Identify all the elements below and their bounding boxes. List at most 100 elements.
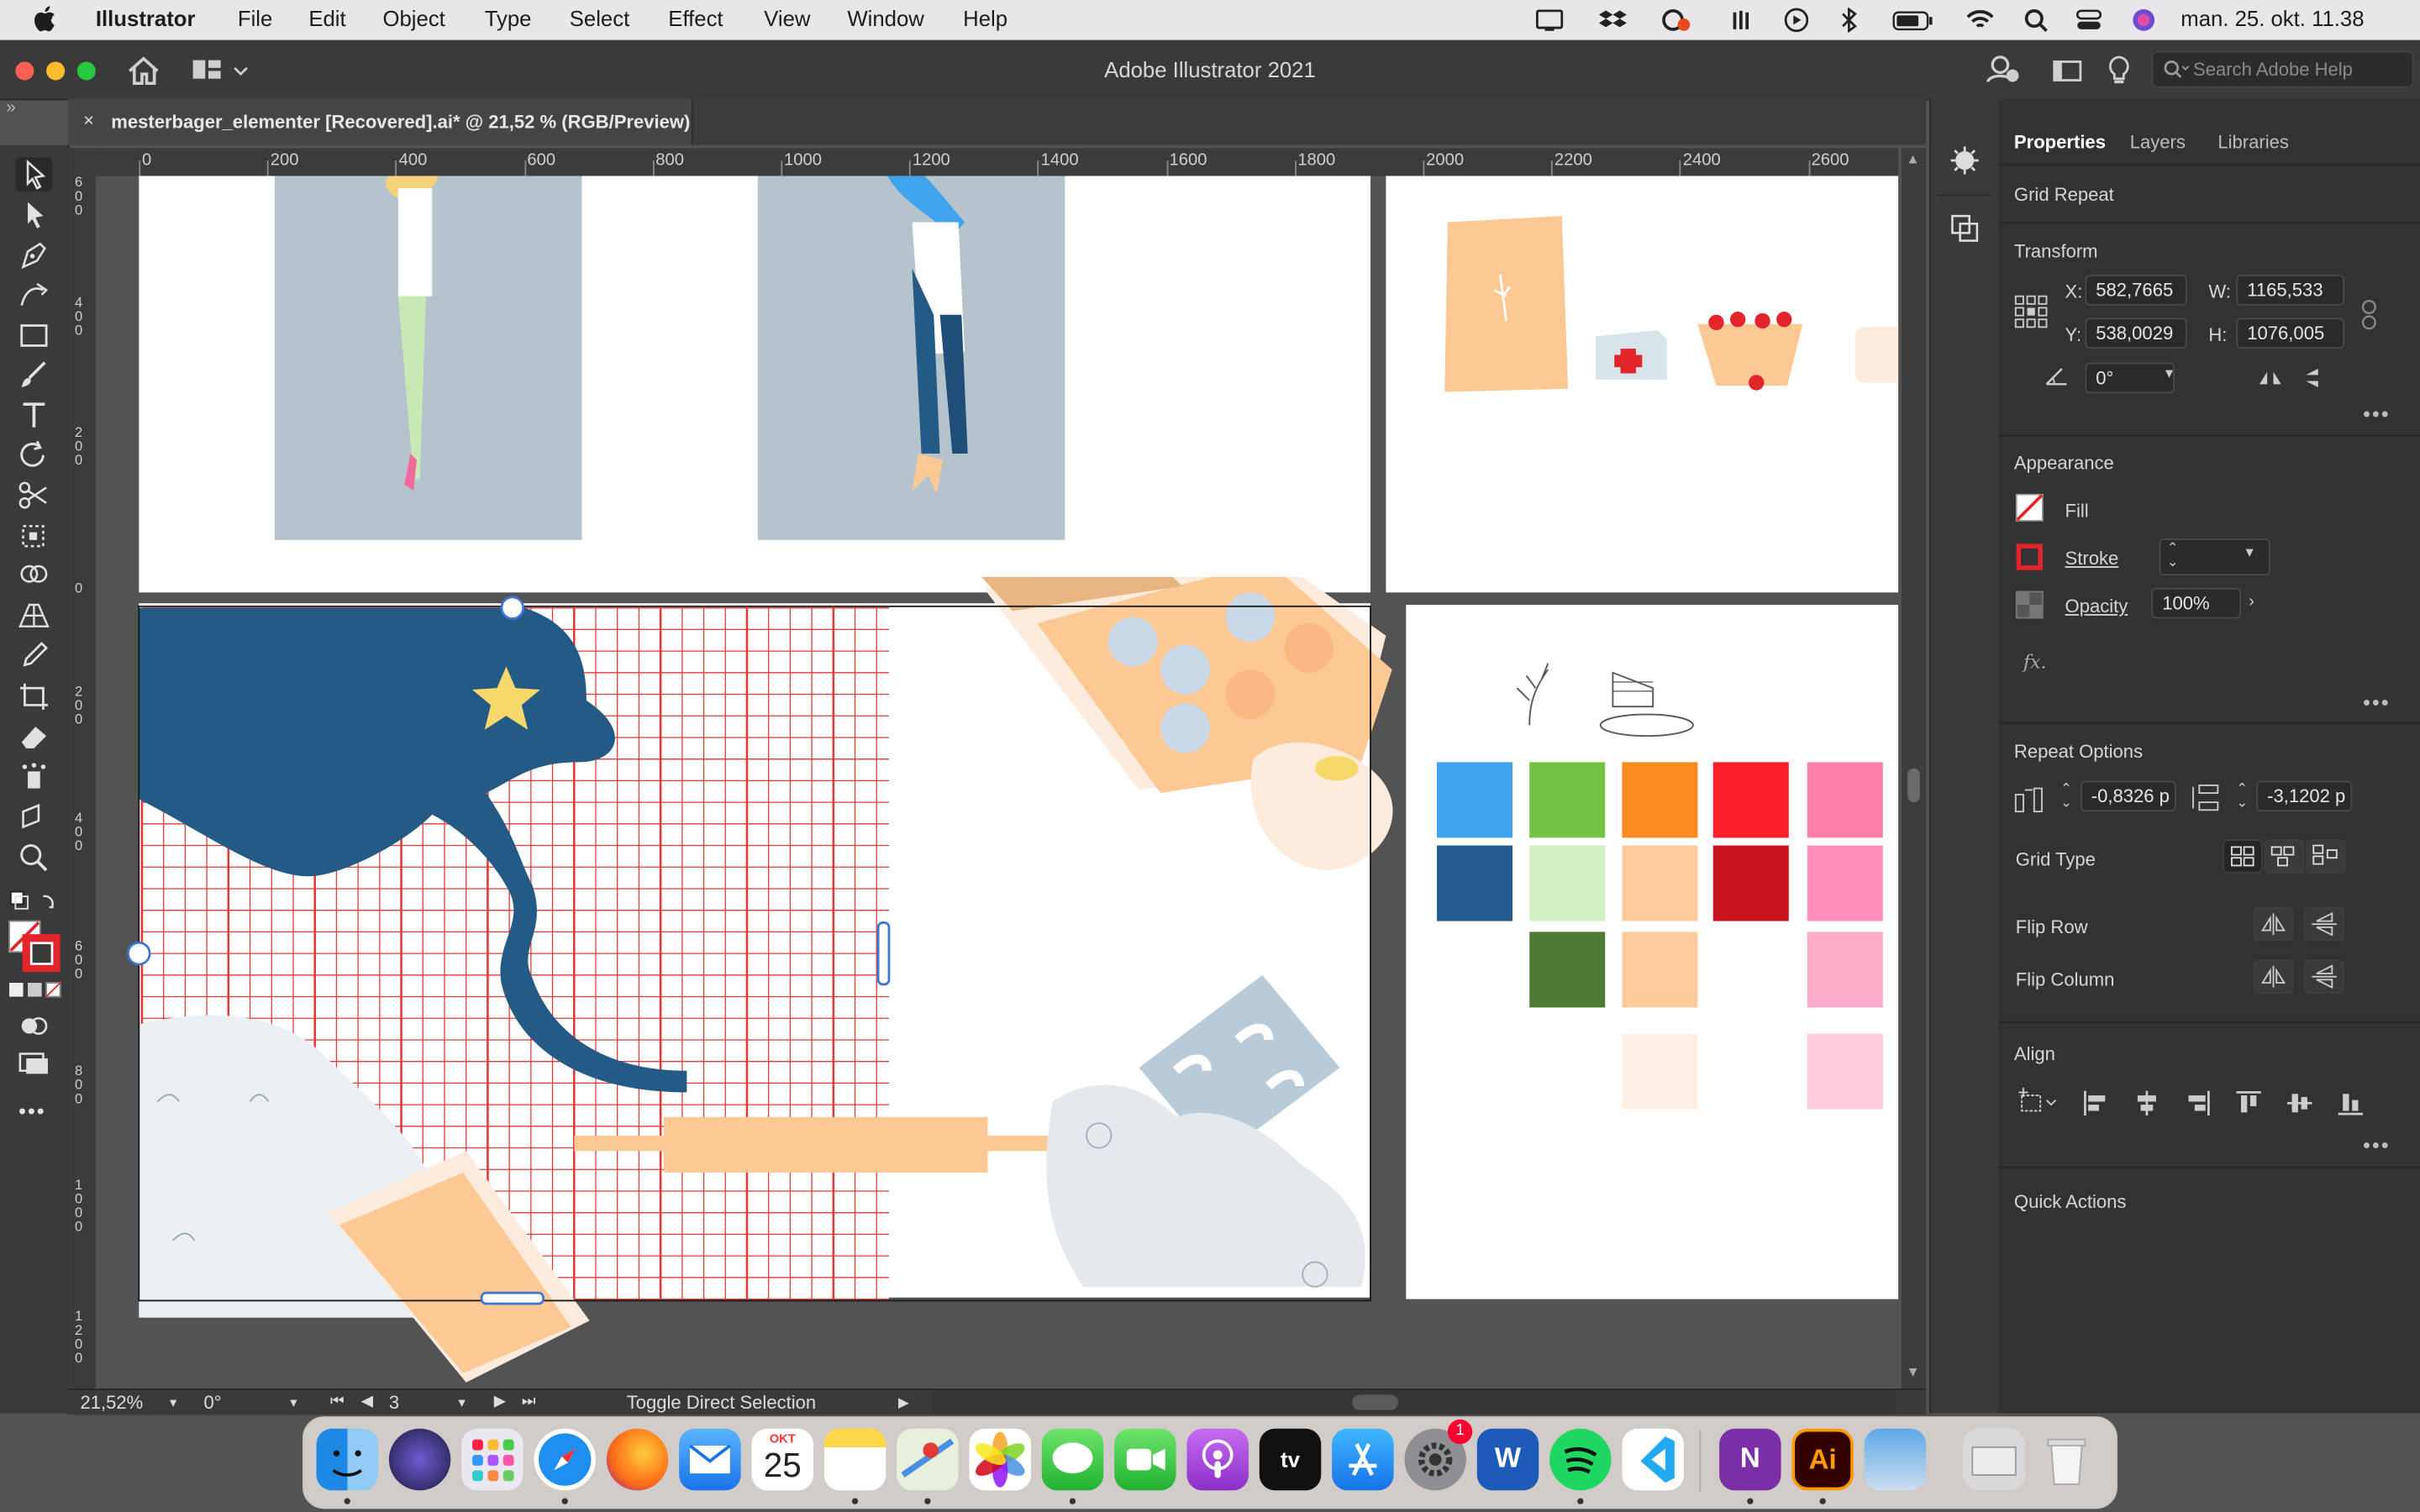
mail-icon[interactable] bbox=[679, 1428, 741, 1491]
menu-effect[interactable]: Effect bbox=[668, 6, 723, 30]
artboard-characters[interactable] bbox=[139, 176, 1371, 593]
vertical-ruler[interactable]: 600 400 200 0 200 400 600 800 1000 1200 bbox=[67, 175, 97, 1392]
edit-toolbar-more-icon[interactable]: ••• bbox=[18, 1099, 46, 1123]
tab-layers[interactable]: Layers bbox=[2130, 131, 2186, 153]
opacity-swatch-icon[interactable] bbox=[2015, 591, 2044, 626]
opacity-input[interactable]: 100% bbox=[2151, 587, 2241, 619]
scroll-down-icon[interactable]: ▼ bbox=[1906, 1364, 1919, 1379]
align-bottom-icon[interactable] bbox=[2337, 1089, 2365, 1125]
control-center-icon[interactable] bbox=[2075, 8, 2103, 32]
dropbox-icon[interactable] bbox=[1598, 8, 1627, 32]
flip-column-horizontal-button[interactable] bbox=[2253, 959, 2294, 994]
safari-icon[interactable] bbox=[534, 1428, 596, 1491]
paintbrush-tool-icon[interactable] bbox=[15, 358, 52, 391]
spotlight-search-icon[interactable] bbox=[2023, 8, 2051, 33]
opacity-expand-icon[interactable]: › bbox=[2249, 592, 2254, 611]
play-icon[interactable] bbox=[1784, 8, 1812, 33]
zoom-level[interactable]: 21,52% bbox=[81, 1392, 144, 1414]
align-horizontal-center-icon[interactable] bbox=[2133, 1089, 2160, 1125]
bluetooth-icon[interactable] bbox=[1839, 7, 1867, 34]
shape-builder-tool-icon[interactable] bbox=[15, 559, 52, 592]
status-menu-icon[interactable]: ▶ bbox=[898, 1394, 909, 1411]
calendar-icon[interactable]: OKT 25 bbox=[751, 1428, 813, 1491]
rotation-dropdown-icon[interactable]: ▾ bbox=[2165, 365, 2173, 382]
align-left-icon[interactable] bbox=[2082, 1089, 2110, 1125]
spotify-icon[interactable] bbox=[1549, 1428, 1612, 1491]
creative-cloud-icon[interactable] bbox=[1659, 8, 1691, 32]
messages-icon[interactable] bbox=[1041, 1428, 1104, 1491]
fill-label[interactable]: Fill bbox=[2065, 500, 2089, 522]
menu-window[interactable]: Window bbox=[847, 6, 923, 30]
system-preferences-icon[interactable]: 1 bbox=[1404, 1419, 1473, 1491]
curvature-tool-icon[interactable] bbox=[15, 278, 52, 312]
illustrator-icon[interactable]: Ai bbox=[1791, 1428, 1854, 1491]
horizontal-scroll-thumb[interactable] bbox=[1351, 1394, 1399, 1410]
color-swatch[interactable] bbox=[1622, 845, 1698, 921]
transform-panel-icon[interactable] bbox=[1949, 213, 1981, 251]
zoom-tool-icon[interactable] bbox=[15, 839, 52, 873]
stroke-swatch-icon[interactable] bbox=[2016, 543, 2044, 579]
last-artboard-icon[interactable]: ⏭ bbox=[522, 1394, 536, 1410]
tab-properties[interactable]: Properties bbox=[2014, 131, 2106, 153]
horizontal-ruler[interactable]: 0 200 400 600 800 1000 1200 1400 1600 1800 2000 220… bbox=[95, 148, 1899, 178]
direct-selection-tool-icon[interactable] bbox=[15, 197, 52, 231]
height-input[interactable]: 1076,005 bbox=[2236, 318, 2344, 349]
artboard-products[interactable] bbox=[1386, 176, 1899, 593]
type-tool-icon[interactable] bbox=[15, 398, 52, 432]
fill-stroke-swatch[interactable] bbox=[8, 920, 61, 974]
align-top-icon[interactable] bbox=[2235, 1089, 2263, 1125]
transform-more-options-icon[interactable]: ••• bbox=[2363, 402, 2391, 426]
grid-type-brick-row-button[interactable] bbox=[2264, 839, 2305, 874]
grid-type-grid-button[interactable] bbox=[2222, 839, 2263, 874]
menu-clock[interactable]: man. 25. okt. 11.38 bbox=[2181, 6, 2364, 30]
scissors-tool-icon[interactable] bbox=[15, 478, 52, 512]
artboard-tool-icon[interactable] bbox=[15, 679, 52, 712]
stroke-label[interactable]: Stroke bbox=[2065, 548, 2119, 570]
align-right-icon[interactable] bbox=[2184, 1089, 2212, 1125]
rectangle-tool-icon[interactable] bbox=[15, 318, 52, 351]
swap-fill-stroke-icon[interactable] bbox=[9, 890, 59, 912]
canvas[interactable] bbox=[95, 176, 1899, 1392]
photos-icon[interactable] bbox=[969, 1428, 1031, 1491]
screen-mode-icon[interactable] bbox=[15, 1046, 52, 1079]
firefox-icon[interactable] bbox=[606, 1428, 669, 1491]
vscode-icon[interactable] bbox=[1622, 1428, 1684, 1491]
selection-tool-icon[interactable] bbox=[15, 157, 53, 192]
apple-tv-icon[interactable]: tv bbox=[1259, 1428, 1322, 1491]
horizontal-spacing-input[interactable]: -0,8326 p bbox=[2080, 780, 2176, 812]
perspective-grid-tool-icon[interactable] bbox=[15, 599, 52, 633]
close-tab-icon[interactable]: × bbox=[83, 109, 94, 131]
downloads-stack-icon[interactable] bbox=[1963, 1428, 2025, 1491]
flip-column-vertical-button[interactable] bbox=[2304, 959, 2344, 994]
launchpad-icon[interactable] bbox=[461, 1428, 523, 1491]
battery-icon[interactable] bbox=[1892, 8, 1935, 32]
rotate-tool-icon[interactable] bbox=[15, 438, 52, 472]
facetime-icon[interactable] bbox=[1114, 1428, 1176, 1491]
menu-object[interactable]: Object bbox=[383, 6, 445, 30]
rotation-angle-input[interactable]: 0° bbox=[2085, 362, 2175, 394]
appearance-panel-icon[interactable] bbox=[1949, 145, 1981, 184]
tab-libraries[interactable]: Libraries bbox=[2217, 131, 2289, 153]
menu-view[interactable]: View bbox=[764, 6, 810, 30]
free-transform-tool-icon[interactable] bbox=[15, 518, 52, 552]
vertical-scroll-thumb[interactable] bbox=[1907, 768, 1920, 803]
color-swatch[interactable] bbox=[1807, 845, 1883, 921]
menu-select[interactable]: Select bbox=[570, 6, 629, 30]
arrange-documents-icon[interactable] bbox=[2053, 59, 2084, 92]
menu-file[interactable]: File bbox=[238, 6, 272, 30]
display-icon[interactable] bbox=[1536, 8, 1564, 32]
siri-dock-icon[interactable] bbox=[388, 1428, 451, 1491]
stroke-weight-dropdown-icon[interactable]: ▾ bbox=[2245, 544, 2253, 561]
align-vertical-center-icon[interactable] bbox=[2286, 1089, 2313, 1125]
reference-point-icon[interactable] bbox=[2014, 295, 2048, 337]
slice-tool-icon[interactable] bbox=[15, 799, 52, 832]
word-icon[interactable]: W bbox=[1476, 1428, 1539, 1491]
siri-icon[interactable] bbox=[2132, 8, 2160, 32]
apple-icon[interactable] bbox=[34, 5, 58, 38]
menu-type[interactable]: Type bbox=[485, 6, 532, 30]
antenna-icon[interactable] bbox=[1728, 8, 1756, 32]
color-swatch[interactable] bbox=[1529, 845, 1606, 921]
opacity-label[interactable]: Opacity bbox=[2065, 596, 2128, 617]
grid-repeat-artwork[interactable] bbox=[96, 576, 1454, 1392]
horizontal-spacing-stepper-icon[interactable]: ⌃ ⌄ bbox=[2060, 781, 2072, 810]
